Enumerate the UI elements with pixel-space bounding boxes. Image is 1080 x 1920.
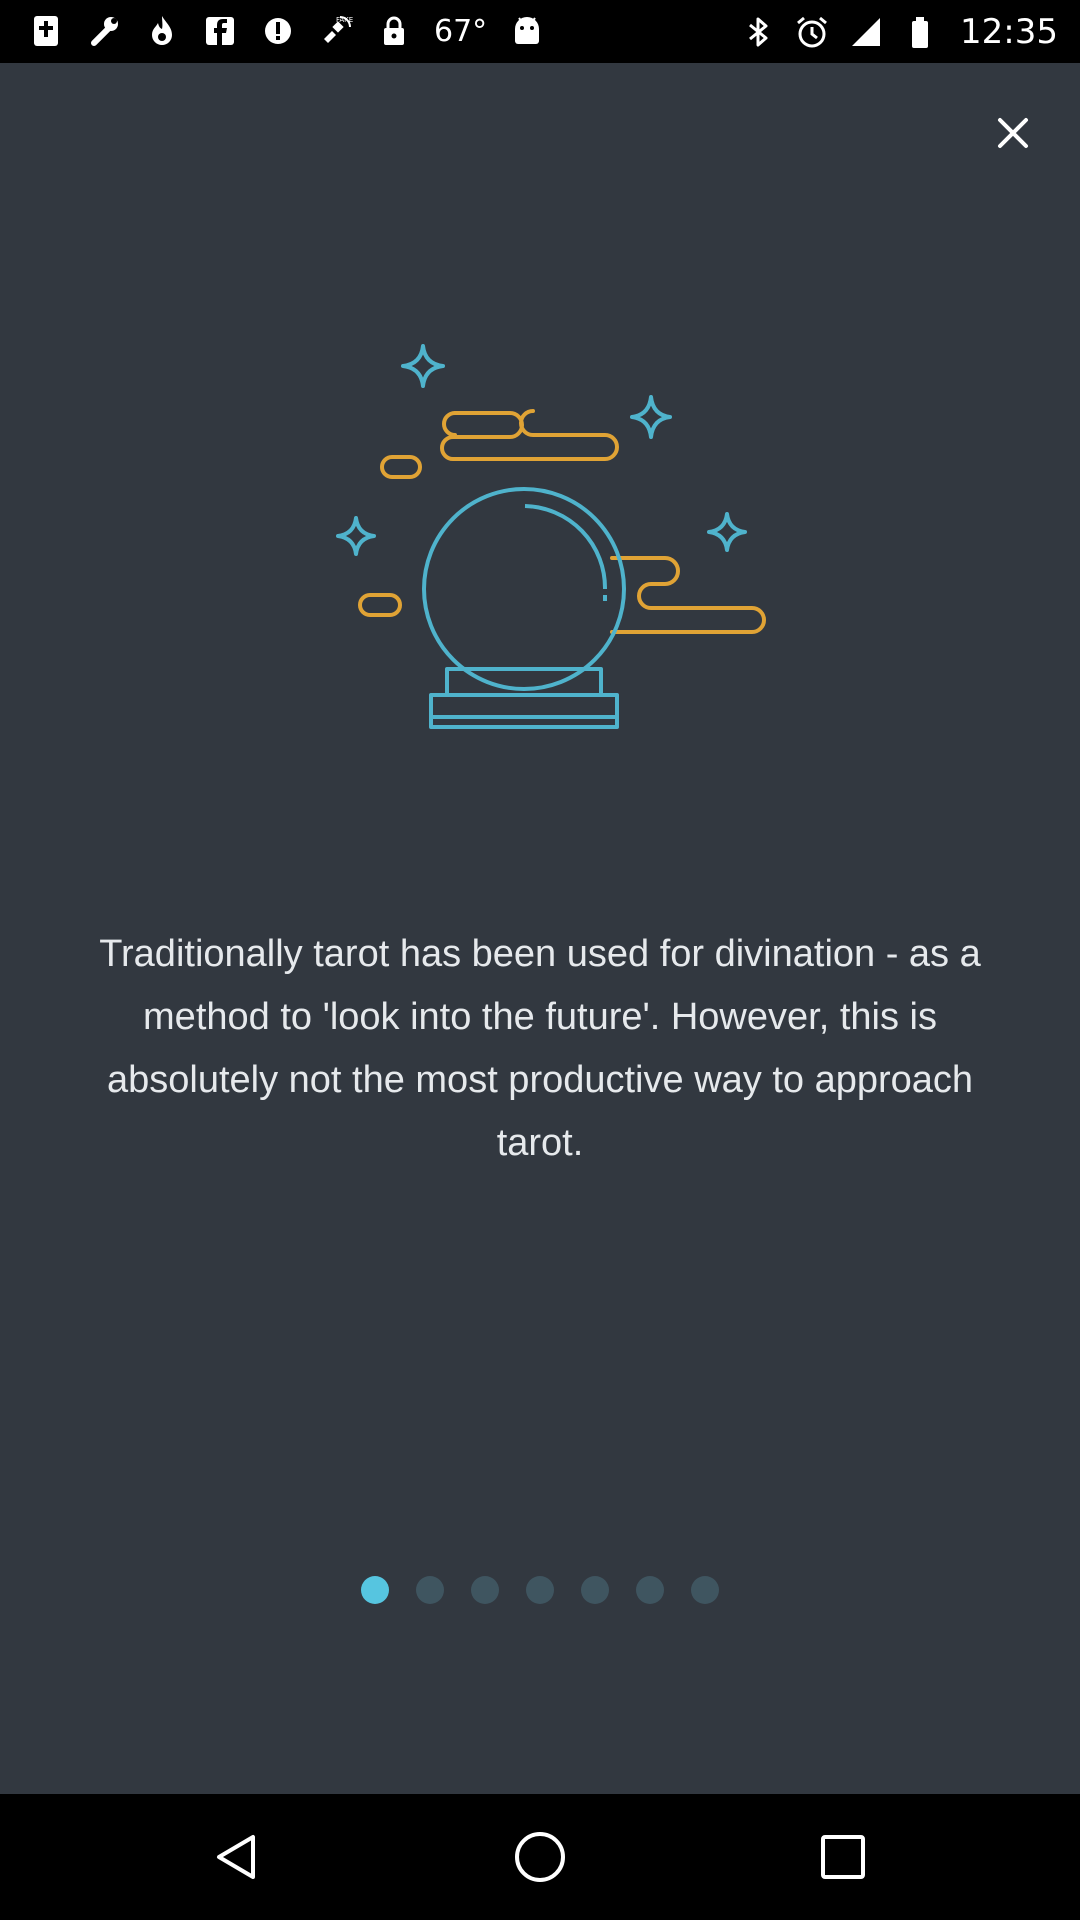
page-dot-1[interactable]: [361, 1576, 389, 1604]
close-icon: [998, 118, 1028, 148]
home-button[interactable]: [505, 1824, 575, 1890]
sparkle-icon: [630, 395, 672, 439]
circle-alert-icon: [260, 12, 296, 50]
wrench-icon: [86, 12, 122, 50]
recents-icon: [821, 1835, 865, 1879]
sparkle-icon: [336, 516, 376, 556]
clock: 12:35: [960, 12, 1058, 52]
onboarding-description: Traditionally tarot has been used for di…: [99, 933, 981, 1164]
android-icon: [509, 12, 545, 50]
status-bar: FAKE 67° 12:35: [0, 0, 1080, 63]
battery-icon: [902, 13, 938, 51]
signal-icon: [848, 13, 884, 51]
bluetooth-icon: [740, 13, 776, 51]
back-button[interactable]: [202, 1824, 272, 1890]
page-dot-6[interactable]: [636, 1576, 664, 1604]
lock-icon: [376, 12, 412, 50]
page-indicator: [0, 1576, 1080, 1604]
navigation-bar: [0, 1794, 1080, 1920]
page-dot-7[interactable]: [691, 1576, 719, 1604]
page-dot-3[interactable]: [471, 1576, 499, 1604]
page-dot-2[interactable]: [416, 1576, 444, 1604]
home-icon: [515, 1832, 565, 1882]
page-dot-4[interactable]: [526, 1576, 554, 1604]
svg-text:FAKE: FAKE: [336, 16, 353, 24]
crystal-ball-illustration: [336, 344, 766, 729]
alarm-icon: [794, 13, 830, 51]
onboarding-screen: Traditionally tarot has been used for di…: [0, 63, 1080, 1794]
flame-icon: [144, 12, 180, 50]
temperature: 67°: [434, 13, 488, 49]
fake-gps-icon: FAKE: [318, 12, 354, 50]
bible-app-icon: [28, 12, 64, 50]
recents-button[interactable]: [808, 1824, 878, 1890]
facebook-icon: [202, 12, 238, 50]
close-button[interactable]: [985, 105, 1041, 161]
page-dot-5[interactable]: [581, 1576, 609, 1604]
sparkle-icon: [401, 344, 445, 388]
sparkle-icon: [707, 512, 747, 552]
back-icon: [217, 1835, 255, 1879]
